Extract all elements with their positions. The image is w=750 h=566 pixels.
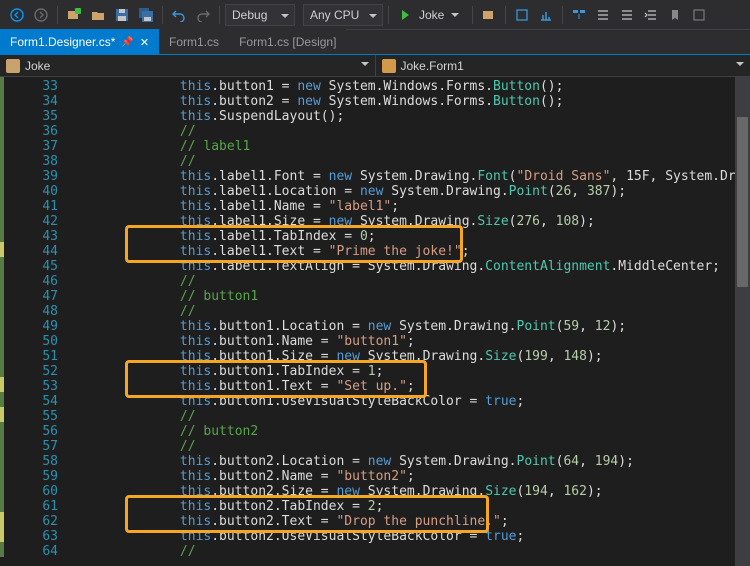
code-line[interactable]: // [86,154,750,169]
save-all-button[interactable] [135,4,157,26]
code-editor[interactable]: 3334353637383940414243444546474849505152… [0,77,750,566]
nav-member-label: Joke.Form1 [401,59,464,73]
nav-type-dropdown[interactable]: Joke [0,55,376,76]
nav-back-button[interactable] [6,4,28,26]
code-area[interactable]: this.button1 = new System.Windows.Forms.… [80,77,750,566]
nav-type-label: Joke [25,59,50,73]
code-line[interactable]: this.label1.Name = "label1"; [86,199,750,214]
nav-member-dropdown[interactable]: Joke.Form1 [376,55,750,76]
code-line[interactable]: this.button1.Location = new System.Drawi… [86,319,750,334]
start-debug-button[interactable]: Joke [394,4,467,26]
uncomment-button[interactable] [616,4,638,26]
find-in-files-button[interactable] [478,4,500,26]
document-tabstrip: Form1.Designer.cs* 📌 ✕ Form1.cs Form1.cs… [0,30,750,55]
code-nav-bar: Joke Joke.Form1 [0,55,750,77]
open-file-button[interactable] [87,4,109,26]
vertical-scrollbar[interactable] [735,77,750,566]
tab-label: Form1.cs [Design] [239,35,336,49]
extensions-button[interactable] [688,4,710,26]
code-line[interactable]: // [86,439,750,454]
nav-forward-button[interactable] [30,4,52,26]
toolbar-separator [472,6,473,24]
step-into-button[interactable] [568,4,590,26]
code-line[interactable]: // [86,274,750,289]
code-line[interactable]: this.button2.Name = "button2"; [86,469,750,484]
code-line[interactable]: this.button1 = new System.Windows.Forms.… [86,79,750,94]
code-line[interactable]: this.button2.TabIndex = 2; [86,499,750,514]
close-icon[interactable]: ✕ [140,36,149,49]
scrollbar-thumb[interactable] [737,117,748,287]
tab-form1-cs[interactable]: Form1.cs [159,29,229,54]
code-line[interactable]: this.label1.Text = "Prime the joke!"; [86,244,750,259]
undo-button[interactable] [168,4,190,26]
indent-button[interactable] [640,4,662,26]
tab-form1-designer[interactable]: Form1.Designer.cs* 📌 ✕ [0,29,159,54]
code-line[interactable]: this.button2.Location = new System.Drawi… [86,454,750,469]
code-line[interactable]: this.button2.UseVisualStyleBackColor = t… [86,529,750,544]
start-target-label: Joke [419,8,444,22]
chevron-down-icon [361,62,369,70]
redo-button[interactable] [192,4,214,26]
toolbar-separator [562,6,563,24]
solution-platform-select[interactable]: Any CPU [303,4,383,26]
line-number-gutter: 3334353637383940414243444546474849505152… [18,77,66,566]
toolbar-separator [505,6,506,24]
code-line[interactable]: this.label1.Size = new System.Drawing.Si… [86,214,750,229]
code-line[interactable]: // button2 [86,424,750,439]
comment-button[interactable] [592,4,614,26]
tab-form1-design[interactable]: Form1.cs [Design] [229,29,346,54]
code-line[interactable]: this.button1.UseVisualStyleBackColor = t… [86,394,750,409]
code-line[interactable]: this.label1.Location = new System.Drawin… [86,184,750,199]
bookmark-button[interactable] [664,4,686,26]
code-line[interactable]: this.label1.Font = new System.Drawing.Fo… [86,169,750,184]
play-icon [402,10,414,20]
code-line[interactable]: this.label1.TextAlign = System.Drawing.C… [86,259,750,274]
tab-label: Form1.cs [169,35,219,49]
toolbox-button[interactable] [511,4,533,26]
chevron-down-icon [736,62,744,70]
toolbar-separator [388,6,389,24]
toolbar-separator [57,6,58,24]
toolbar-separator [162,6,163,24]
solution-config-select[interactable]: Debug [225,4,295,26]
code-line[interactable]: // [86,409,750,424]
code-line[interactable]: // [86,304,750,319]
code-line[interactable]: this.button1.Size = new System.Drawing.S… [86,349,750,364]
code-line[interactable]: this.button1.Text = "Set up."; [86,379,750,394]
code-line[interactable]: this.SuspendLayout(); [86,109,750,124]
code-line[interactable]: // [86,544,750,559]
code-line[interactable]: // button1 [86,289,750,304]
class-icon [382,59,396,73]
glyph-margin [0,77,18,566]
code-line[interactable]: this.button1.Name = "button1"; [86,334,750,349]
code-line[interactable]: this.button2 = new System.Windows.Forms.… [86,94,750,109]
code-line[interactable]: this.button1.TabIndex = 1; [86,364,750,379]
code-line[interactable]: this.button2.Text = "Drop the punchline.… [86,514,750,529]
new-project-button[interactable] [63,4,85,26]
fold-margin [66,77,80,566]
code-line[interactable]: this.label1.TabIndex = 0; [86,229,750,244]
tab-label: Form1.Designer.cs* [10,35,115,49]
toolbar-separator [219,6,220,24]
project-icon [6,59,20,73]
save-button[interactable] [111,4,133,26]
test-explorer-button[interactable] [535,4,557,26]
code-line[interactable]: this.button2.Size = new System.Drawing.S… [86,484,750,499]
main-toolbar: Debug Any CPU Joke [0,0,750,30]
code-line[interactable]: // label1 [86,139,750,154]
chevron-down-icon [451,13,459,21]
pin-icon[interactable]: 📌 [121,37,133,48]
code-line[interactable]: // [86,124,750,139]
